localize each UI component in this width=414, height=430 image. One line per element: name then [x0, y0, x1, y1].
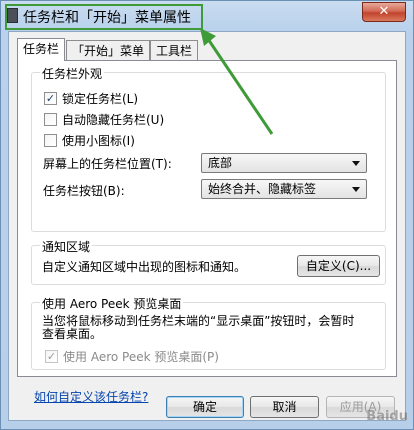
buttons-value: 始终合并、隐藏标签 — [208, 182, 317, 196]
notification-description: 自定义通知区域中出现的图标和通知。 — [42, 260, 247, 274]
lock-taskbar-label: 锁定任务栏(L) — [62, 91, 139, 106]
notification-heading: 通知区域 — [40, 238, 93, 255]
ok-button[interactable]: 确定 — [166, 396, 244, 418]
small-icons-checkbox[interactable] — [44, 133, 57, 147]
location-value: 底部 — [208, 156, 233, 170]
tab-start-menu[interactable]: 「开始」菜单 — [66, 40, 151, 60]
buttons-select[interactable]: 始终合并、隐藏标签 — [201, 179, 367, 199]
lock-taskbar-option[interactable]: ✓ 锁定任务栏(L) — [44, 90, 138, 106]
taskbar-tab-panel: 任务栏外观 ✓ 锁定任务栏(L) 自动隐藏任务栏(U) 使用小图标(I) 屏幕上… — [17, 60, 397, 404]
title-bar[interactable]: 任务栏和「开始」菜单属性 ✕ — [1, 1, 413, 31]
location-label: 屏幕上的任务栏位置(T): — [43, 157, 172, 171]
autohide-label: 自动隐藏任务栏(U) — [62, 112, 165, 127]
aero-peek-label: 使用 Aero Peek 预览桌面(P) — [63, 349, 219, 364]
appearance-group: 任务栏外观 ✓ 锁定任务栏(L) 自动隐藏任务栏(U) 使用小图标(I) 屏幕上… — [31, 65, 386, 232]
aero-peek-checkbox: ✓ — [45, 349, 58, 363]
lock-taskbar-checkbox[interactable]: ✓ — [44, 91, 57, 105]
small-icons-option[interactable]: 使用小图标(I) — [44, 132, 135, 148]
watermark: Baidu — [366, 409, 408, 424]
small-icons-label: 使用小图标(I) — [62, 133, 135, 148]
appearance-heading: 任务栏外观 — [40, 65, 105, 82]
buttons-label: 任务栏按钮(B): — [43, 184, 125, 198]
aero-peek-group: 使用 Aero Peek 预览桌面 当您将鼠标移动到任务栏末端的“显示桌面”按钮… — [31, 295, 386, 370]
tab-taskbar[interactable]: 任务栏 — [17, 38, 66, 61]
properties-dialog: 任务栏和「开始」菜单属性 ✕ 任务栏 「开始」菜单 工具栏 任务栏外观 ✓ 锁定… — [0, 0, 414, 430]
help-link[interactable]: 如何自定义该任务栏? — [34, 388, 148, 405]
tab-toolbars[interactable]: 工具栏 — [150, 40, 199, 60]
location-select[interactable]: 底部 — [201, 153, 367, 173]
close-button[interactable]: ✕ — [362, 2, 406, 22]
aero-peek-description-line2: 查看桌面。 — [42, 327, 103, 341]
title-highlight-box — [5, 4, 203, 30]
aero-peek-heading: 使用 Aero Peek 预览桌面 — [40, 295, 184, 312]
chevron-down-icon — [352, 187, 360, 192]
customize-button[interactable]: 自定义(C)... — [297, 255, 380, 277]
chevron-down-icon — [352, 161, 360, 166]
autohide-option[interactable]: 自动隐藏任务栏(U) — [44, 111, 164, 127]
autohide-checkbox[interactable] — [44, 112, 57, 126]
aero-peek-option: ✓ 使用 Aero Peek 预览桌面(P) — [45, 348, 219, 364]
dialog-client-area: 任务栏 「开始」菜单 工具栏 任务栏外观 ✓ 锁定任务栏(L) 自动隐藏任务栏(… — [8, 31, 406, 421]
close-icon: ✕ — [378, 4, 390, 19]
notification-group: 通知区域 自定义通知区域中出现的图标和通知。 自定义(C)... — [31, 238, 386, 285]
cancel-button[interactable]: 取消 — [250, 396, 319, 418]
